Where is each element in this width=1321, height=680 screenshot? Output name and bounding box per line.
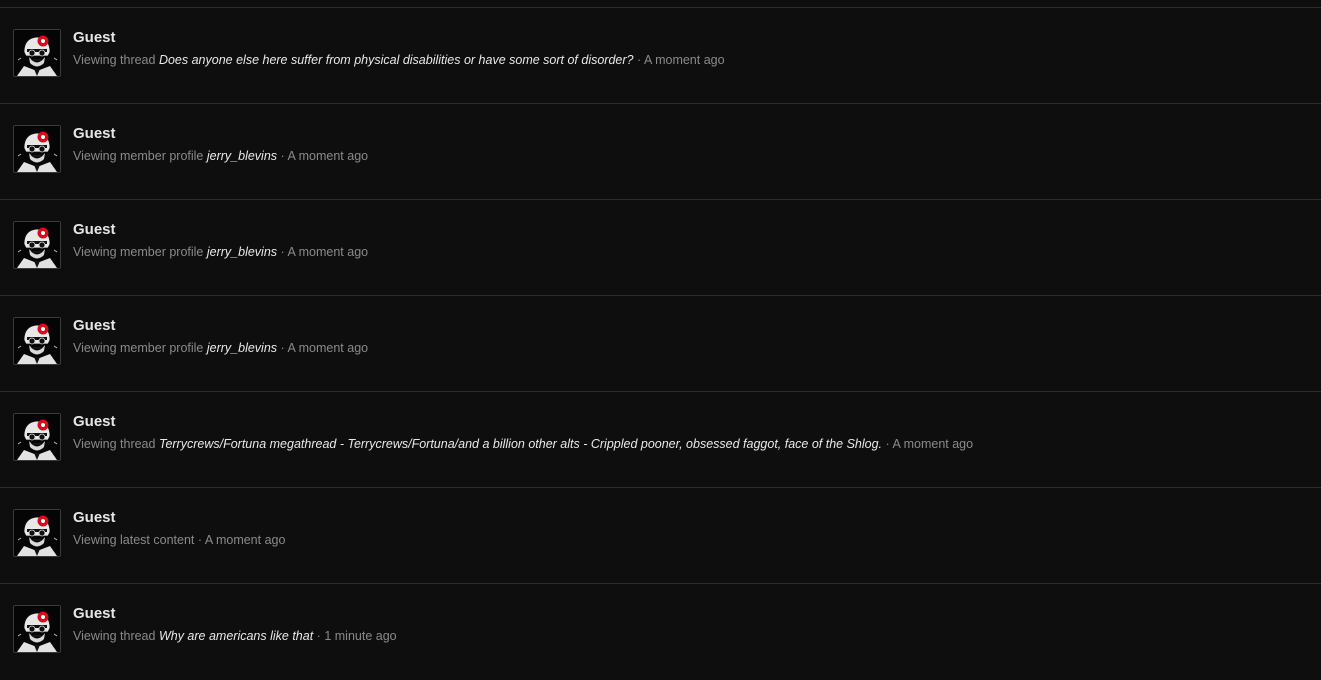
online-members-list: Guest Viewing thread Does anyone else he… (0, 7, 1321, 680)
activity-action: Viewing member profile (73, 245, 204, 259)
default-guest-avatar-icon[interactable] (13, 221, 61, 269)
activity-line: Viewing member profile jerry_blevins · A… (73, 245, 368, 259)
activity-time: A moment ago (287, 245, 369, 259)
default-guest-avatar-icon[interactable] (13, 29, 61, 77)
list-item: Guest Viewing member profile jerry_blevi… (0, 200, 1321, 296)
activity-target-link[interactable]: jerry_blevins (207, 149, 277, 163)
list-item: Guest Viewing thread Why are americans l… (0, 584, 1321, 680)
activity-time: A moment ago (287, 341, 369, 355)
activity-time: A moment ago (204, 533, 286, 547)
activity-target-link[interactable]: Why are americans like that (159, 629, 313, 643)
username-link[interactable]: Guest (73, 413, 116, 430)
separator-dot: · (636, 53, 642, 67)
activity-time: A moment ago (643, 53, 725, 67)
activity-target-link[interactable]: Terrycrews/Fortuna megathread - Terrycre… (159, 437, 882, 451)
default-guest-avatar-icon[interactable] (13, 605, 61, 653)
activity-time: A moment ago (287, 149, 369, 163)
activity-action: Viewing thread (73, 53, 156, 67)
activity-line: Viewing member profile jerry_blevins · A… (73, 341, 368, 355)
default-guest-avatar-icon[interactable] (13, 125, 61, 173)
separator-dot: · (280, 245, 285, 259)
activity-target-link[interactable]: jerry_blevins (207, 341, 277, 355)
activity-line: Viewing thread Does anyone else here suf… (73, 53, 725, 67)
separator-dot: · (197, 533, 203, 547)
username-link[interactable]: Guest (73, 605, 116, 622)
default-guest-avatar-icon[interactable] (13, 509, 61, 557)
activity-action: Viewing member profile (73, 149, 204, 163)
activity-line: Viewing thread Why are americans like th… (73, 629, 397, 643)
activity-line: Viewing thread Terrycrews/Fortuna megath… (73, 437, 973, 451)
username-link[interactable]: Guest (73, 221, 116, 238)
username-link[interactable]: Guest (73, 29, 116, 46)
activity-target-link[interactable]: jerry_blevins (207, 245, 277, 259)
activity-target-link[interactable]: Does anyone else here suffer from physic… (159, 53, 634, 67)
list-item: Guest Viewing member profile jerry_blevi… (0, 104, 1321, 200)
default-guest-avatar-icon[interactable] (13, 413, 61, 461)
separator-dot: · (280, 149, 285, 163)
activity-line: Viewing member profile jerry_blevins · A… (73, 149, 368, 163)
activity-action: Viewing latest content (73, 533, 195, 547)
default-guest-avatar-icon[interactable] (13, 317, 61, 365)
list-item: Guest Viewing thread Does anyone else he… (0, 8, 1321, 104)
activity-time: A moment ago (892, 437, 974, 451)
list-item: Guest Viewing latest content · A moment … (0, 488, 1321, 584)
separator-dot: · (885, 437, 890, 451)
username-link[interactable]: Guest (73, 125, 116, 142)
separator-dot: · (316, 629, 321, 643)
activity-action: Viewing member profile (73, 341, 204, 355)
list-item: Guest Viewing member profile jerry_blevi… (0, 296, 1321, 392)
username-link[interactable]: Guest (73, 317, 116, 334)
activity-line: Viewing latest content · A moment ago (73, 533, 285, 547)
username-link[interactable]: Guest (73, 509, 116, 526)
activity-action: Viewing thread (73, 629, 156, 643)
separator-dot: · (280, 341, 285, 355)
activity-action: Viewing thread (73, 437, 156, 451)
activity-time: 1 minute ago (324, 629, 397, 643)
list-item: Guest Viewing thread Terrycrews/Fortuna … (0, 392, 1321, 488)
